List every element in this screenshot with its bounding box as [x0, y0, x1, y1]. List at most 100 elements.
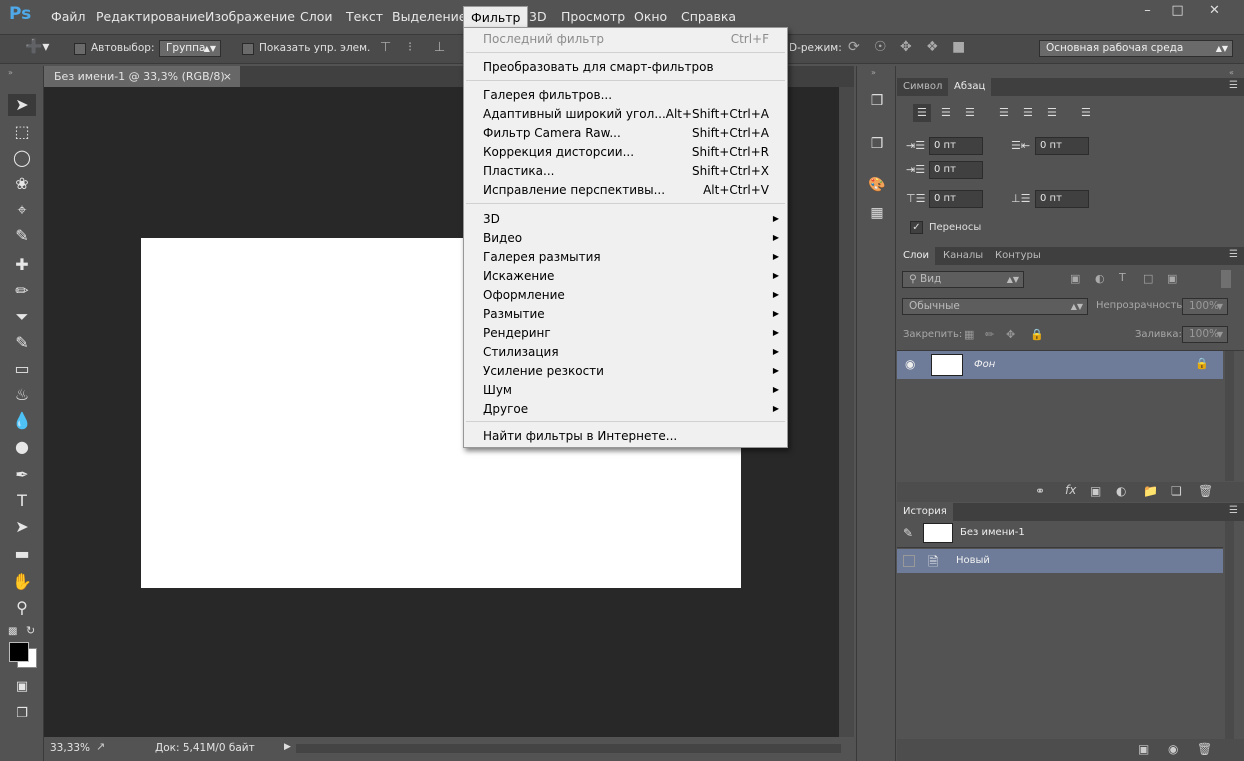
menu-browse-filters-online[interactable]: Найти фильтры в Интернете... — [483, 429, 677, 443]
menu-type[interactable]: Текст — [346, 9, 383, 24]
fx-icon[interactable]: fx — [1065, 483, 1076, 497]
menu-convert-smart[interactable]: Преобразовать для смарт-фильтров — [483, 60, 714, 74]
clone-stamp-tool-icon[interactable]: ⏷ — [8, 306, 36, 328]
swap-colors-icon[interactable]: ↻ — [26, 624, 35, 637]
pen-tool-icon[interactable]: ✒ — [8, 464, 36, 486]
tab-layers[interactable]: Слои — [897, 247, 935, 265]
indent-left-field[interactable]: 0 пт — [929, 137, 983, 155]
paint-bucket-tool-icon[interactable]: ♨ — [8, 384, 36, 406]
export-icon[interactable]: ↗ — [96, 740, 105, 753]
hyphenation-checkbox[interactable]: ✓ — [910, 221, 923, 234]
menu-sub-sharpen[interactable]: Усиление резкости — [483, 364, 604, 378]
lock-all-icon[interactable]: 🔒 — [1030, 328, 1044, 341]
collapse-toolbox-icon[interactable]: » — [8, 68, 13, 77]
menu-3d[interactable]: 3D — [529, 9, 547, 24]
lock-pixels-icon[interactable]: ✏ — [985, 328, 994, 341]
autoselect-dropdown[interactable]: Группа ▲▼ — [159, 40, 221, 57]
grid-panel-icon[interactable]: ▦ — [866, 202, 888, 224]
layer-filter-kind-dropdown[interactable]: ⚲ Вид ▲▼ — [902, 271, 1024, 288]
menu-layer[interactable]: Слои — [300, 9, 333, 24]
menu-window[interactable]: Окно — [634, 9, 667, 24]
history-scrollbar[interactable] — [1225, 521, 1234, 739]
fill-field[interactable]: 100% ▼ — [1182, 326, 1228, 343]
new-document-from-state-icon[interactable]: ▣ — [1138, 742, 1149, 756]
move-tool-icon[interactable]: ➤ — [8, 94, 36, 116]
delete-state-icon[interactable]: 🗑 — [1197, 742, 1212, 756]
menu-adaptive-wide-angle[interactable]: Адаптивный широкий угол... — [483, 107, 666, 121]
adjustment-layer-icon[interactable]: ◐ — [1116, 484, 1126, 498]
menu-sub-other[interactable]: Другое — [483, 402, 528, 416]
horizontal-scrollbar[interactable] — [296, 744, 841, 753]
3d-roll-icon[interactable]: ☉ — [874, 39, 887, 55]
lasso-tool-icon[interactable]: ◯ — [8, 147, 36, 169]
close-window-button[interactable]: ✕ — [1197, 2, 1232, 21]
space-before-field[interactable]: 0 пт — [929, 190, 983, 208]
filter-smart-object-icon[interactable]: ▣ — [1167, 272, 1177, 285]
panel-menu-icon[interactable]: ☰ — [1229, 249, 1238, 260]
tab-character[interactable]: Символ — [897, 78, 948, 96]
align-center-icon[interactable]: ☰ — [941, 106, 951, 119]
delete-layer-icon[interactable]: 🗑 — [1198, 484, 1213, 498]
default-colors-icon[interactable]: ▩ — [8, 626, 17, 637]
rectangle-tool-icon[interactable]: ▬ — [8, 543, 36, 565]
3d-rotate-icon[interactable]: ⟳ — [848, 39, 860, 55]
history-brush-tool-icon[interactable]: ✎ — [8, 332, 36, 354]
3d-panel-icon[interactable]: ❒ — [866, 90, 888, 112]
snapshot-camera-icon[interactable]: ◉ — [1168, 742, 1178, 756]
zoom-tool-icon[interactable]: ⚲ — [8, 597, 36, 619]
show-controls-checkbox[interactable] — [242, 43, 254, 55]
align-middle-icon[interactable]: ⁝ — [408, 40, 412, 55]
status-menu-arrow-icon[interactable]: ▶ — [284, 742, 291, 752]
history-source-box[interactable] — [903, 555, 915, 567]
justify-last-center-icon[interactable]: ☰ — [1023, 106, 1033, 119]
history-snapshot-row[interactable]: ✎ Без имени-1 — [897, 521, 1223, 545]
path-select-tool-icon[interactable]: ➤ — [8, 516, 36, 538]
tab-channels[interactable]: Каналы — [937, 247, 989, 265]
close-tab-icon[interactable]: × — [223, 66, 232, 87]
menu-sub-pixelate[interactable]: Оформление — [483, 288, 565, 302]
eyedropper-tool-icon[interactable]: ✎ — [8, 225, 36, 247]
menu-sub-noise[interactable]: Шум — [483, 383, 512, 397]
justify-last-left-icon[interactable]: ☰ — [999, 106, 1009, 119]
filter-shape-icon[interactable]: □ — [1143, 272, 1153, 285]
tab-history[interactable]: История — [897, 503, 953, 521]
menu-edit[interactable]: Редактирование — [96, 9, 205, 24]
filter-adjustment-icon[interactable]: ◐ — [1095, 272, 1105, 285]
history-brush-source-icon[interactable]: ✎ — [903, 526, 913, 540]
layer-row[interactable]: ◉ Фон 🔒 — [897, 351, 1223, 379]
tab-paths[interactable]: Контуры — [989, 247, 1047, 265]
space-after-field[interactable]: 0 пт — [1035, 190, 1089, 208]
eraser-tool-icon[interactable]: ▭ — [8, 358, 36, 380]
menu-help[interactable]: Справка — [681, 9, 736, 24]
align-top-icon[interactable]: ⊤ — [380, 40, 391, 55]
swatches-palette-icon[interactable]: 🎨 — [866, 174, 888, 196]
menu-sub-blur-gallery[interactable]: Галерея размытия — [483, 250, 601, 264]
menu-sub-3d[interactable]: 3D — [483, 212, 500, 226]
quick-select-tool-icon[interactable]: ❀ — [8, 173, 36, 195]
menu-image[interactable]: Изображение — [205, 9, 295, 24]
3d-pan-icon[interactable]: ✥ — [900, 39, 912, 55]
3d-camera-icon[interactable]: ■ — [952, 39, 965, 55]
menu-view[interactable]: Просмотр — [561, 9, 625, 24]
hand-tool-icon[interactable]: ✋ — [8, 571, 36, 593]
menu-sub-video[interactable]: Видео — [483, 231, 522, 245]
type-tool-icon[interactable]: T — [8, 490, 36, 512]
blur-tool-icon[interactable]: 💧 — [8, 410, 36, 432]
menu-filter-gallery[interactable]: Галерея фильтров... — [483, 88, 612, 102]
align-right-icon[interactable]: ☰ — [965, 106, 975, 119]
vertical-scrollbar[interactable] — [839, 87, 854, 737]
indent-right-field[interactable]: 0 пт — [1035, 137, 1089, 155]
menu-filter[interactable]: Фильтр — [463, 6, 529, 28]
new-group-icon[interactable]: 📁 — [1143, 484, 1158, 498]
align-bottom-icon[interactable]: ⊥ — [434, 40, 445, 55]
menu-select[interactable]: Выделение — [392, 9, 466, 24]
link-layers-icon[interactable]: ⚭ — [1035, 484, 1045, 498]
dodge-tool-icon[interactable]: ● — [8, 436, 36, 458]
brush-tool-icon[interactable]: ✏ — [8, 280, 36, 302]
foreground-color-swatch[interactable] — [9, 642, 29, 662]
menu-file[interactable]: Файл — [51, 9, 86, 24]
lock-position-icon[interactable]: ✥ — [1006, 328, 1015, 341]
collapse-panels-icon[interactable]: « — [1229, 68, 1234, 77]
3d-slide-icon[interactable]: ❖ — [926, 39, 939, 55]
new-layer-icon[interactable]: ❏ — [1171, 484, 1182, 498]
